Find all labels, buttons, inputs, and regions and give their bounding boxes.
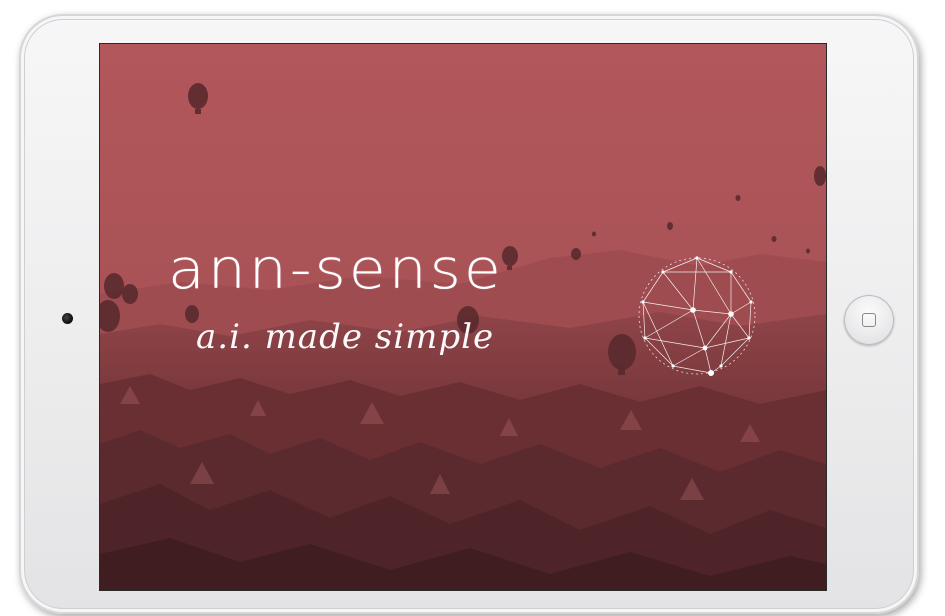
brand-name: ann-sense xyxy=(168,237,504,302)
front-camera-icon xyxy=(62,313,73,324)
network-sphere-icon xyxy=(638,256,756,376)
tagline: a.i. made simple xyxy=(196,317,495,357)
home-button[interactable] xyxy=(844,295,894,345)
home-square-icon xyxy=(862,313,876,327)
splash-screen[interactable]: ann-sense a.i. made simple xyxy=(100,44,826,590)
